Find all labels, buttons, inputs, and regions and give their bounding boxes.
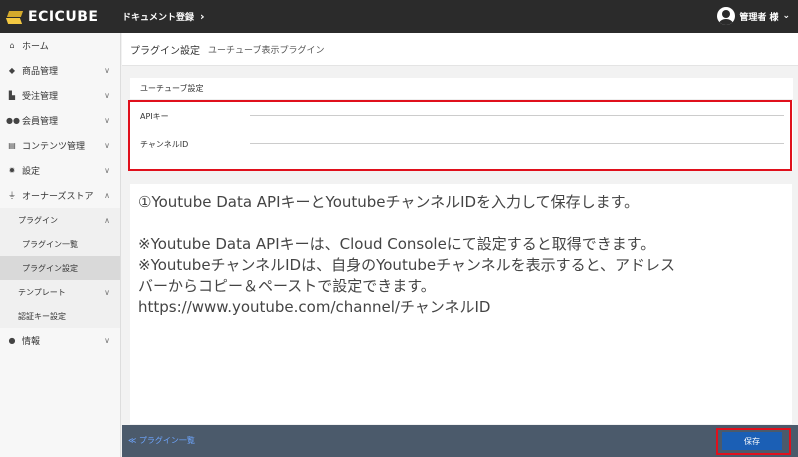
sidebar-subitem-label: プラグイン [18, 215, 58, 225]
chevron-down-icon: ∨ [104, 336, 110, 345]
chevron-down-icon: ∨ [104, 116, 110, 125]
back-to-plugin-list-link[interactable]: ≪ プラグイン一覧 [128, 435, 195, 446]
sidebar-item-label: オーナーズストア [22, 192, 94, 202]
channel-id-label: チャンネルID [140, 139, 189, 149]
chevron-down-icon: ∨ [104, 166, 110, 175]
cube-icon: ◆ [8, 66, 16, 75]
sidebar-item-label: ホーム [22, 42, 49, 52]
sidebar-item-home[interactable]: ⌂ ホーム [0, 33, 120, 58]
sidebar-item-products[interactable]: ◆ 商品管理 ∨ [0, 58, 120, 83]
sidebar-item-label: 設定 [22, 167, 41, 177]
doc-register-link[interactable]: ドキュメント登録 › [122, 10, 205, 23]
page-title: プラグイン設定 [130, 45, 200, 57]
sidebar-item-orders[interactable]: ▙ 受注管理 ∨ [0, 83, 120, 108]
info-icon: ● [8, 336, 16, 345]
avatar-icon [717, 7, 736, 25]
sidebar-item-store[interactable]: ⏚ オーナーズストア ∧ [0, 183, 120, 208]
home-icon: ⌂ [9, 41, 15, 50]
card-header: ユーチューブ設定 [130, 78, 793, 100]
gear-icon: ✹ [8, 166, 16, 175]
api-key-label: APIキー [140, 111, 169, 121]
sidebar-item-label: 商品管理 [22, 67, 59, 77]
sidebar-item-customers[interactable]: ●● 会員管理 ∨ [0, 108, 120, 133]
instruction-panel: ①Youtube Data APIキーとYoutubeチャンネルIDを入力して保… [130, 184, 792, 424]
chevron-right-icon: › [200, 10, 205, 23]
sidebar-item-label: コンテンツ管理 [22, 142, 86, 152]
sidebar-item-label: 会員管理 [22, 117, 59, 127]
chevron-down-icon: ⌄ [782, 11, 790, 21]
api-key-row: APIキー [130, 103, 793, 129]
page-header: プラグイン設定 ユーチューブ表示プラグイン [122, 33, 798, 66]
instruction-line: ※Youtube Data APIキーは、Cloud Consoleにて設定する… [138, 235, 656, 253]
logo[interactable]: ECICUBE [0, 8, 122, 26]
sidebar-subitem-plugin-settings[interactable]: プラグイン設定 [0, 256, 120, 280]
top-header: ECICUBE ドキュメント登録 › 管理者 様 ⌄ [0, 0, 798, 33]
user-menu[interactable]: 管理者 様 ⌄ [717, 7, 790, 25]
save-button[interactable]: 保存 [722, 432, 782, 450]
sidebar-subitem-label: プラグイン一覧 [22, 239, 78, 249]
settings-card: ユーチューブ設定 APIキー チャンネルID [130, 78, 793, 170]
sidebar-subitem-plugin[interactable]: プラグイン ∧ [0, 208, 120, 232]
sidebar-item-label: 情報 [22, 337, 41, 347]
sidebar-item-label: 受注管理 [22, 92, 59, 102]
sidebar-subitem-auth-key[interactable]: 認証キー設定 [0, 304, 120, 328]
sidebar-subitem-template[interactable]: テンプレート ∨ [0, 280, 120, 304]
users-icon: ●● [6, 116, 20, 125]
chevron-down-icon: ∨ [104, 91, 110, 100]
sidebar-item-info[interactable]: ● 情報 ∨ [0, 328, 120, 353]
chevron-down-icon: ∨ [104, 141, 110, 150]
chevron-down-icon: ∨ [104, 66, 110, 75]
sidebar-item-settings[interactable]: ✹ 設定 ∨ [0, 158, 120, 183]
chevron-up-icon: ∧ [104, 215, 110, 225]
sidebar-subitem-label: 認証キー設定 [18, 311, 66, 321]
logo-text: ECICUBE [28, 8, 99, 25]
channel-id-input[interactable] [250, 143, 784, 144]
logo-mark-icon [5, 8, 24, 26]
instruction-line: ①Youtube Data APIキーとYoutubeチャンネルIDを入力して保… [138, 193, 640, 211]
sidebar-subitem-label: プラグイン設定 [22, 263, 78, 273]
doc-register-label: ドキュメント登録 [122, 13, 195, 23]
instruction-line: ※YoutubeチャンネルIDは、自身のYoutubeチャンネルを表示すると、ア… [138, 256, 676, 274]
chevron-down-icon: ∨ [104, 287, 110, 297]
plug-icon: ⏚ [8, 191, 16, 200]
footer-bar: ≪ プラグイン一覧 保存 [122, 425, 798, 457]
sidebar: ⌂ ホーム ◆ 商品管理 ∨ ▙ 受注管理 ∨ ●● 会員管理 ∨ ▤ コンテン… [0, 33, 121, 457]
api-key-input[interactable] [250, 115, 784, 116]
sidebar-subitem-label: テンプレート [18, 287, 66, 297]
file-icon: ▤ [8, 141, 16, 150]
page-subtitle: ユーチューブ表示プラグイン [208, 45, 325, 56]
sidebar-subitem-plugin-list[interactable]: プラグイン一覧 [0, 232, 120, 256]
chevron-up-icon: ∧ [104, 191, 110, 200]
cart-icon: ▙ [8, 91, 16, 100]
instruction-line: バーからコピー＆ペーストで設定できます。 [138, 277, 436, 295]
channel-id-row: チャンネルID [130, 131, 793, 157]
instruction-line: https://www.youtube.com/channel/チャンネルID [138, 298, 491, 316]
user-name: 管理者 様 [739, 12, 779, 23]
sidebar-item-contents[interactable]: ▤ コンテンツ管理 ∨ [0, 133, 120, 158]
